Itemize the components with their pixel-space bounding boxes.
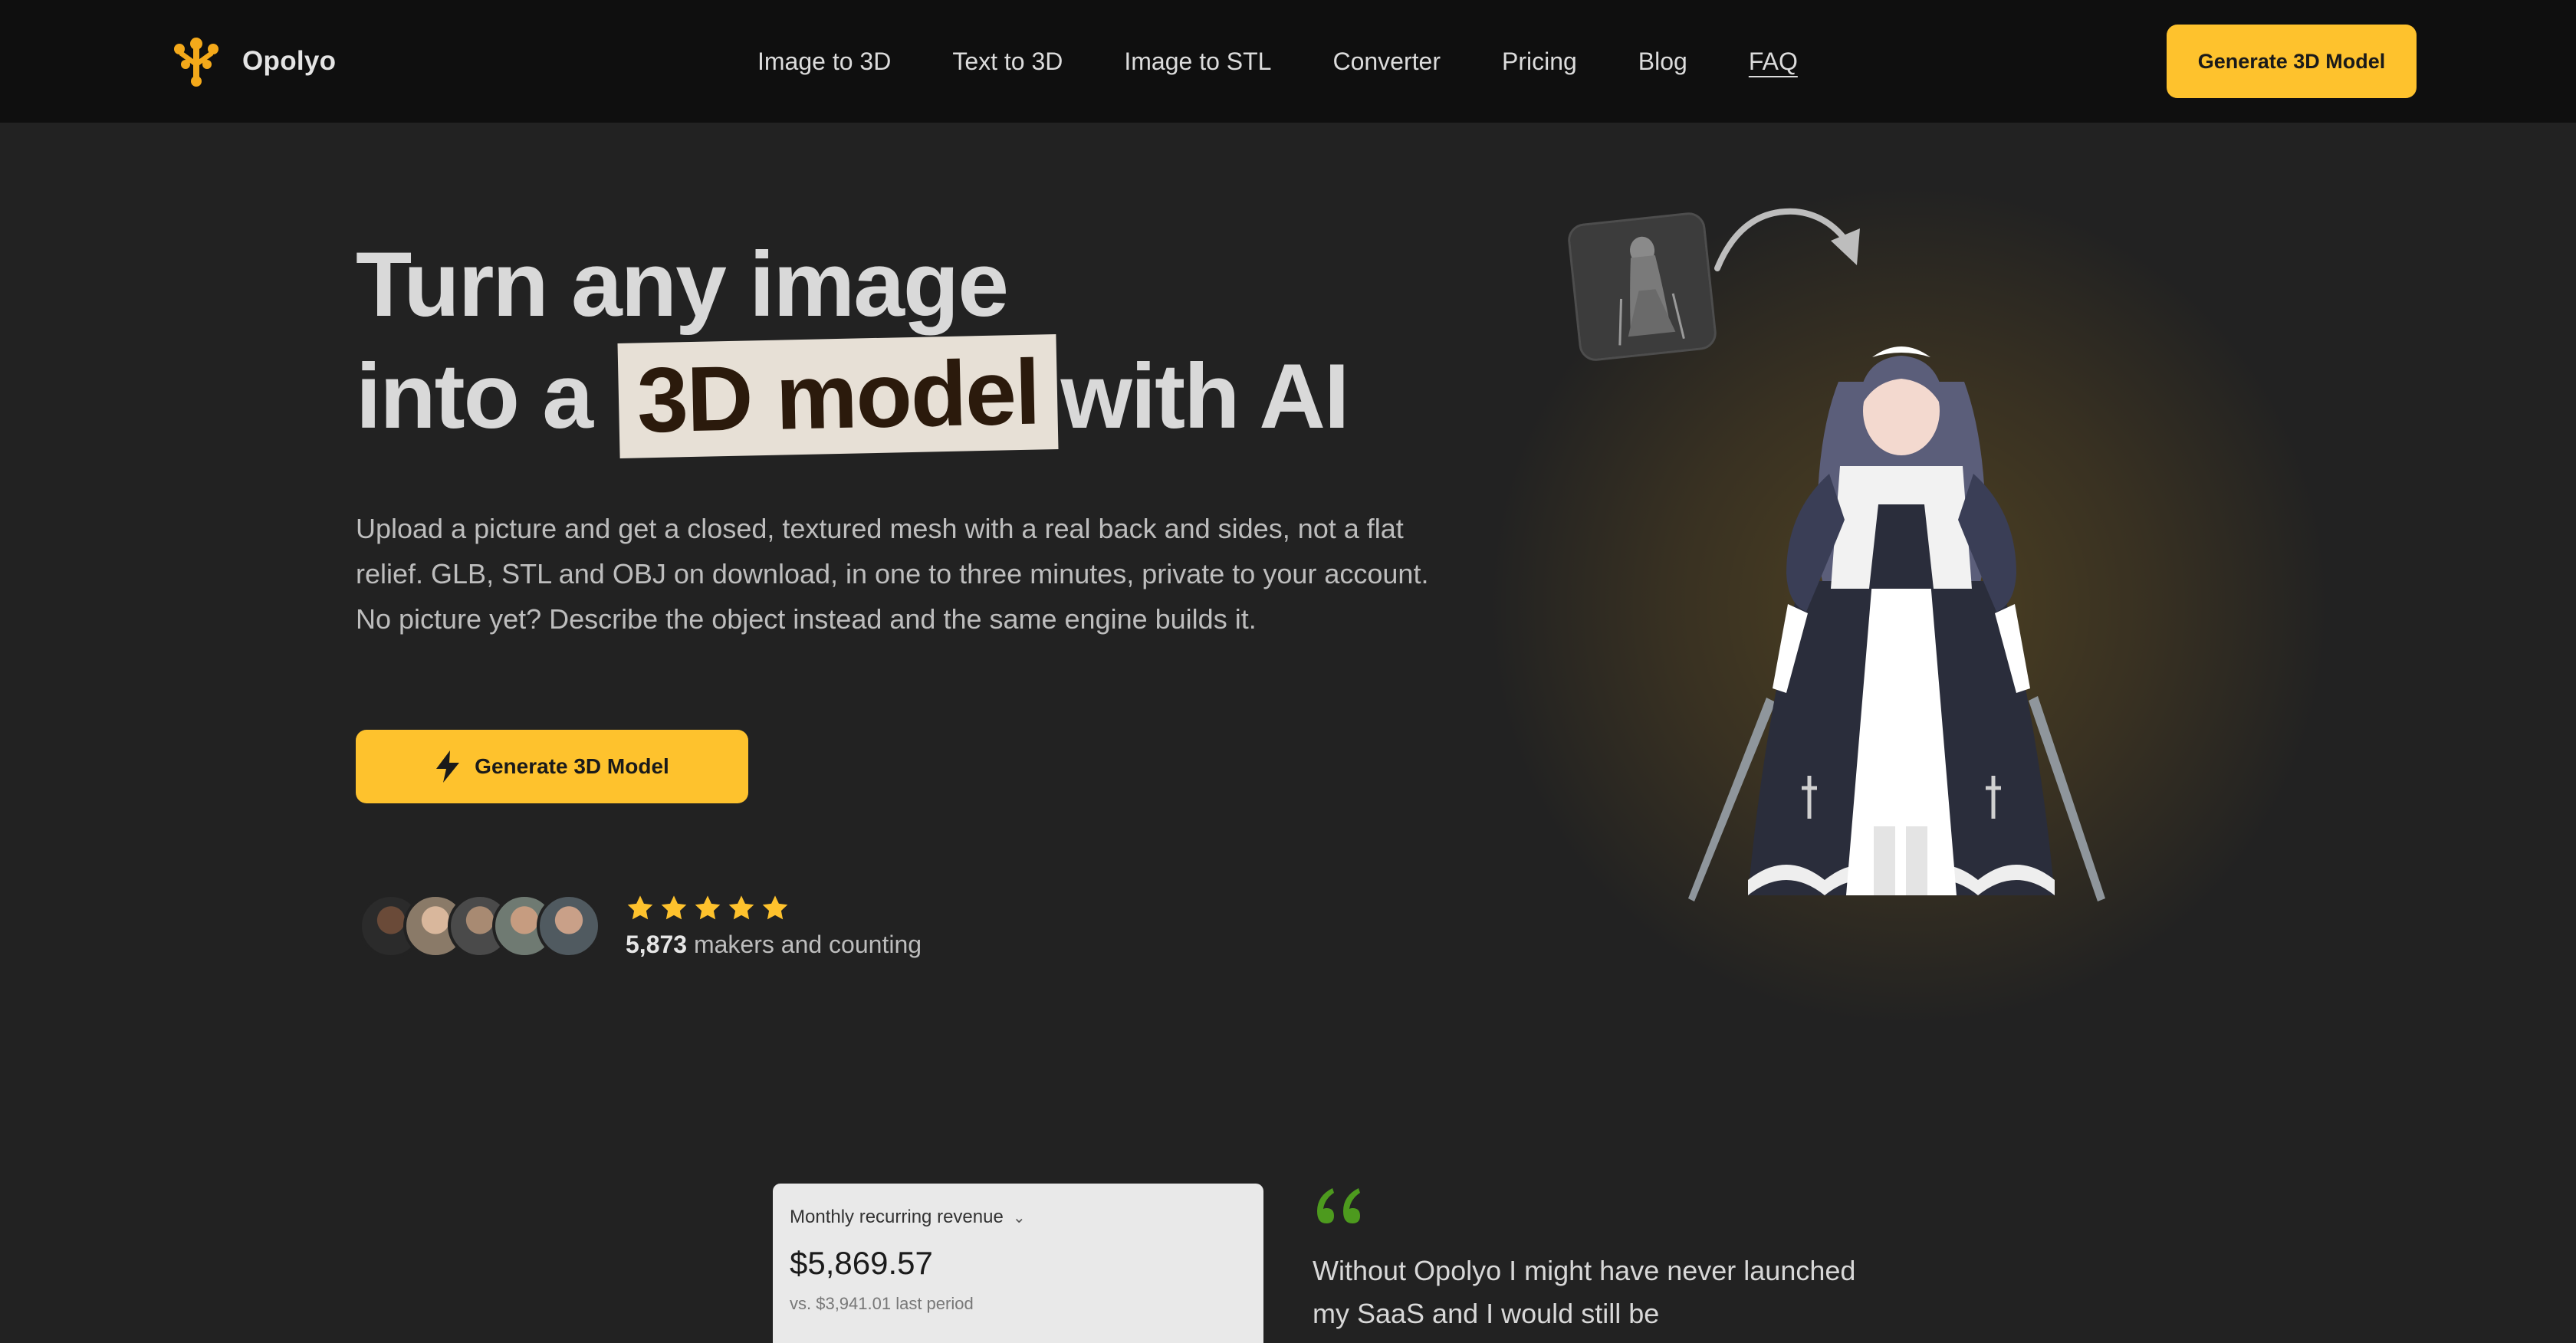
brand-home-link[interactable]: Opolyo bbox=[169, 34, 336, 89]
brand-name: Opolyo bbox=[242, 46, 337, 76]
hero-title-line-1: Turn any image bbox=[356, 233, 1009, 336]
nav-link-converter[interactable]: Converter bbox=[1332, 48, 1441, 76]
star-icon bbox=[661, 895, 687, 919]
top-nav: Opolyo Image to 3D Text to 3D Image to S… bbox=[0, 0, 2576, 123]
star-icon bbox=[762, 895, 788, 919]
nav-link-image-to-stl[interactable]: Image to STL bbox=[1124, 48, 1271, 76]
revenue-label: Monthly recurring revenue bbox=[790, 1207, 1004, 1227]
nav-link-image-to-3d[interactable]: Image to 3D bbox=[757, 48, 891, 76]
hero-title-prefix: into a bbox=[356, 345, 593, 448]
star-rating bbox=[626, 894, 922, 923]
chevron-down-icon: ⌄ bbox=[1012, 1209, 1026, 1226]
page: Opolyo Image to 3D Text to 3D Image to S… bbox=[0, 0, 2576, 1343]
makers-label: makers and counting bbox=[693, 930, 922, 958]
nav-link-faq[interactable]: FAQ bbox=[1749, 48, 1798, 76]
hero-generate-label: Generate 3D Model bbox=[475, 754, 669, 778]
quote-icon bbox=[1317, 1188, 1360, 1223]
revenue-metric-selector[interactable]: Monthly recurring revenue ⌄ bbox=[790, 1207, 1247, 1228]
lightning-bolt-icon bbox=[436, 750, 460, 783]
rating-block: 5,873 makers and counting bbox=[626, 894, 922, 959]
hero-title: Turn any image into a 3D model with AI bbox=[356, 230, 1475, 458]
revenue-card: Monthly recurring revenue ⌄ $5,869.57 vs… bbox=[773, 1184, 1263, 1343]
hero-title-line-2: into a 3D model with AI bbox=[356, 334, 1475, 458]
nav-link-blog[interactable]: Blog bbox=[1638, 48, 1687, 76]
brand-logo-icon bbox=[174, 38, 219, 87]
social-proof: 5,873 makers and counting bbox=[359, 889, 922, 963]
star-icon bbox=[627, 895, 653, 919]
hero-description: Upload a picture and get a closed, textu… bbox=[356, 513, 1429, 635]
avatar bbox=[537, 894, 601, 958]
hero-generate-button[interactable]: Generate 3D Model bbox=[356, 730, 748, 803]
star-icon bbox=[695, 895, 721, 919]
makers-count: 5,873 makers and counting bbox=[626, 931, 922, 959]
transform-arrow-icon bbox=[1714, 208, 1860, 271]
testimonial-quote: Without Opolyo I might have never launch… bbox=[1313, 1255, 1856, 1329]
3d-model-preview bbox=[1688, 346, 2105, 901]
nav-links: Image to 3D Text to 3D Image to STL Conv… bbox=[757, 41, 1798, 81]
star-icon bbox=[728, 895, 754, 919]
maker-avatars bbox=[359, 894, 601, 958]
makers-number: 5,873 bbox=[626, 930, 688, 958]
revenue-comparison: vs. $3,941.01 last period bbox=[790, 1294, 974, 1313]
nav-link-pricing[interactable]: Pricing bbox=[1502, 48, 1577, 76]
hero-title-highlight: 3D model bbox=[617, 334, 1059, 458]
hero-title-suffix: with AI bbox=[1060, 345, 1349, 448]
revenue-value: $5,869.57 bbox=[790, 1245, 933, 1281]
nav-link-text-to-3d[interactable]: Text to 3D bbox=[952, 48, 1063, 76]
nav-generate-button[interactable]: Generate 3D Model bbox=[2167, 25, 2417, 98]
